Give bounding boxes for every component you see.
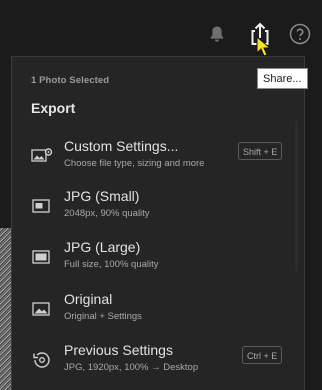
section-title: Export	[31, 100, 76, 116]
custom-settings-icon	[31, 148, 53, 162]
mouse-cursor-icon	[256, 36, 272, 57]
menu-item-description: JPG, 1920px, 100% → Desktop	[64, 362, 199, 373]
menu-item-label: JPG (Large)	[64, 239, 141, 255]
app-window: 1 Photo Selected Export Custom Settings.…	[0, 0, 322, 390]
original-icon	[32, 302, 50, 316]
menu-item-previous-settings[interactable]: Previous Settings JPG, 1920px, 100% → De…	[12, 337, 304, 387]
selected-count: 1 Photo Selected	[31, 75, 110, 86]
menu-item-label: JPG (Small)	[64, 188, 140, 204]
menu-item-original[interactable]: Original Original + Settings	[12, 286, 304, 336]
previous-settings-icon	[33, 352, 50, 368]
export-panel: 1 Photo Selected Export Custom Settings.…	[11, 56, 305, 390]
share-tooltip: Share...	[257, 68, 308, 89]
top-toolbar	[0, 0, 322, 60]
photo-thumbnail-edge	[0, 228, 11, 390]
help-icon[interactable]	[288, 22, 312, 46]
bell-icon[interactable]	[207, 24, 227, 44]
menu-item-label: Custom Settings...	[64, 138, 179, 154]
menu-item-label: Previous Settings	[64, 342, 173, 358]
keyboard-shortcut: Ctrl + E	[242, 346, 283, 364]
jpg-small-icon	[32, 199, 50, 213]
menu-item-label: Original	[64, 291, 113, 307]
menu-item-description: Choose file type, sizing and more	[64, 158, 205, 169]
menu-item-jpg-large[interactable]: JPG (Large) Full size, 100% quality	[12, 234, 304, 284]
keyboard-shortcut: Shift + E	[238, 142, 283, 160]
menu-item-description: Full size, 100% quality	[64, 259, 159, 270]
menu-item-jpg-small[interactable]: JPG (Small) 2048px, 90% quality	[12, 183, 304, 233]
menu-item-description: 2048px, 90% quality	[64, 208, 150, 219]
jpg-large-icon	[32, 250, 50, 264]
menu-item-custom-settings[interactable]: Custom Settings... Choose file type, siz…	[12, 133, 304, 183]
menu-item-description: Original + Settings	[64, 311, 142, 322]
